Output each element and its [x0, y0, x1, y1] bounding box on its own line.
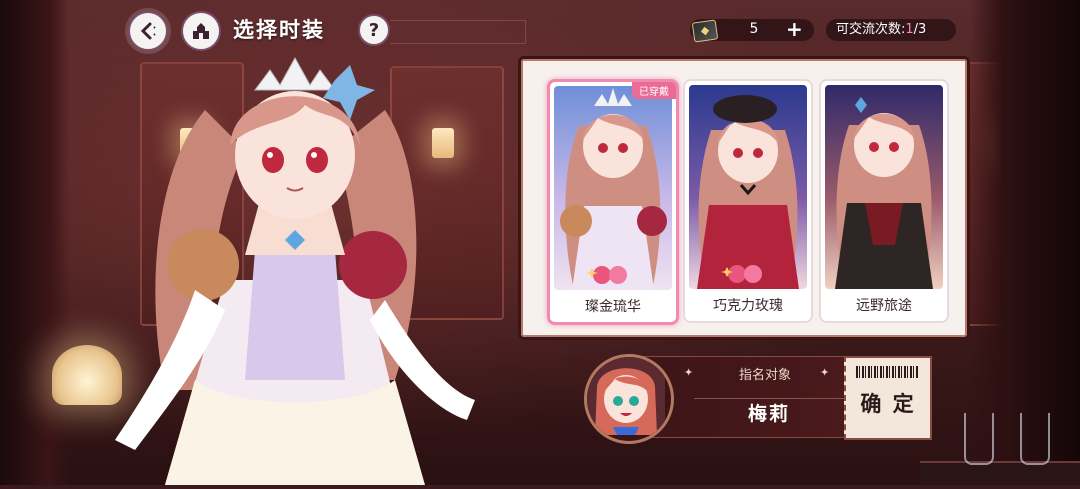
- side-table: [920, 461, 1080, 485]
- sparkle-icon: ✦: [820, 366, 830, 379]
- currency-value: 5: [749, 21, 759, 37]
- worn-badge: 已穿戴: [632, 82, 676, 99]
- glass: [964, 413, 994, 465]
- outfit-panel: 已穿戴 璨金琉华 巧克力玫瑰 远野旅途: [518, 56, 970, 340]
- exchange-label: 可交流次数:: [836, 22, 906, 37]
- character-emblem-icon: [721, 263, 771, 285]
- outfit-card-3[interactable]: 远野旅途: [819, 79, 949, 323]
- currency-display: ◆ 5 +: [690, 17, 814, 43]
- back-arrow-icon: [140, 22, 156, 40]
- home-button[interactable]: [181, 11, 221, 51]
- curtain-left: [0, 0, 70, 485]
- exchange-current: 1: [905, 22, 914, 37]
- page-title: 选择时装: [233, 18, 325, 42]
- character-illustration: [95, 50, 495, 485]
- top-bar: 选择时装 ? ◆ 5 + 可交流次数:1/3: [0, 0, 1080, 58]
- add-currency-button[interactable]: +: [786, 17, 803, 41]
- outfit-art: [554, 86, 672, 290]
- glass: [1020, 413, 1050, 465]
- outfit-name: 远野旅途: [821, 291, 947, 321]
- back-button[interactable]: [128, 11, 168, 51]
- designate-section: ✦ ✦ 指名对象 梅莉 确 定: [584, 354, 932, 444]
- home-icon: [193, 23, 209, 39]
- confirm-button[interactable]: 确 定: [844, 356, 932, 440]
- character-emblem-icon: [586, 264, 636, 286]
- confirm-label: 确 定: [860, 392, 916, 416]
- outfit-card-2[interactable]: 巧克力玫瑰: [683, 79, 813, 323]
- barcode-icon: [856, 366, 918, 378]
- outfit-name: 巧克力玫瑰: [685, 291, 811, 321]
- help-button[interactable]: ?: [358, 14, 390, 46]
- ticket-icon: ◆: [691, 19, 719, 43]
- designate-label: 指名对象: [738, 368, 791, 383]
- decor-line: [390, 20, 526, 44]
- exchange-count: 可交流次数:1/3: [826, 19, 956, 41]
- exchange-total: /3: [913, 22, 927, 37]
- avatar[interactable]: [584, 354, 674, 444]
- outfit-art: [825, 85, 943, 289]
- outfit-name: 璨金琉华: [550, 292, 676, 322]
- designate-name: 梅莉: [694, 398, 844, 429]
- sparkle-icon: ✦: [684, 366, 694, 379]
- outfit-art: [689, 85, 807, 289]
- outfit-card-1[interactable]: 已穿戴 璨金琉华: [547, 79, 679, 325]
